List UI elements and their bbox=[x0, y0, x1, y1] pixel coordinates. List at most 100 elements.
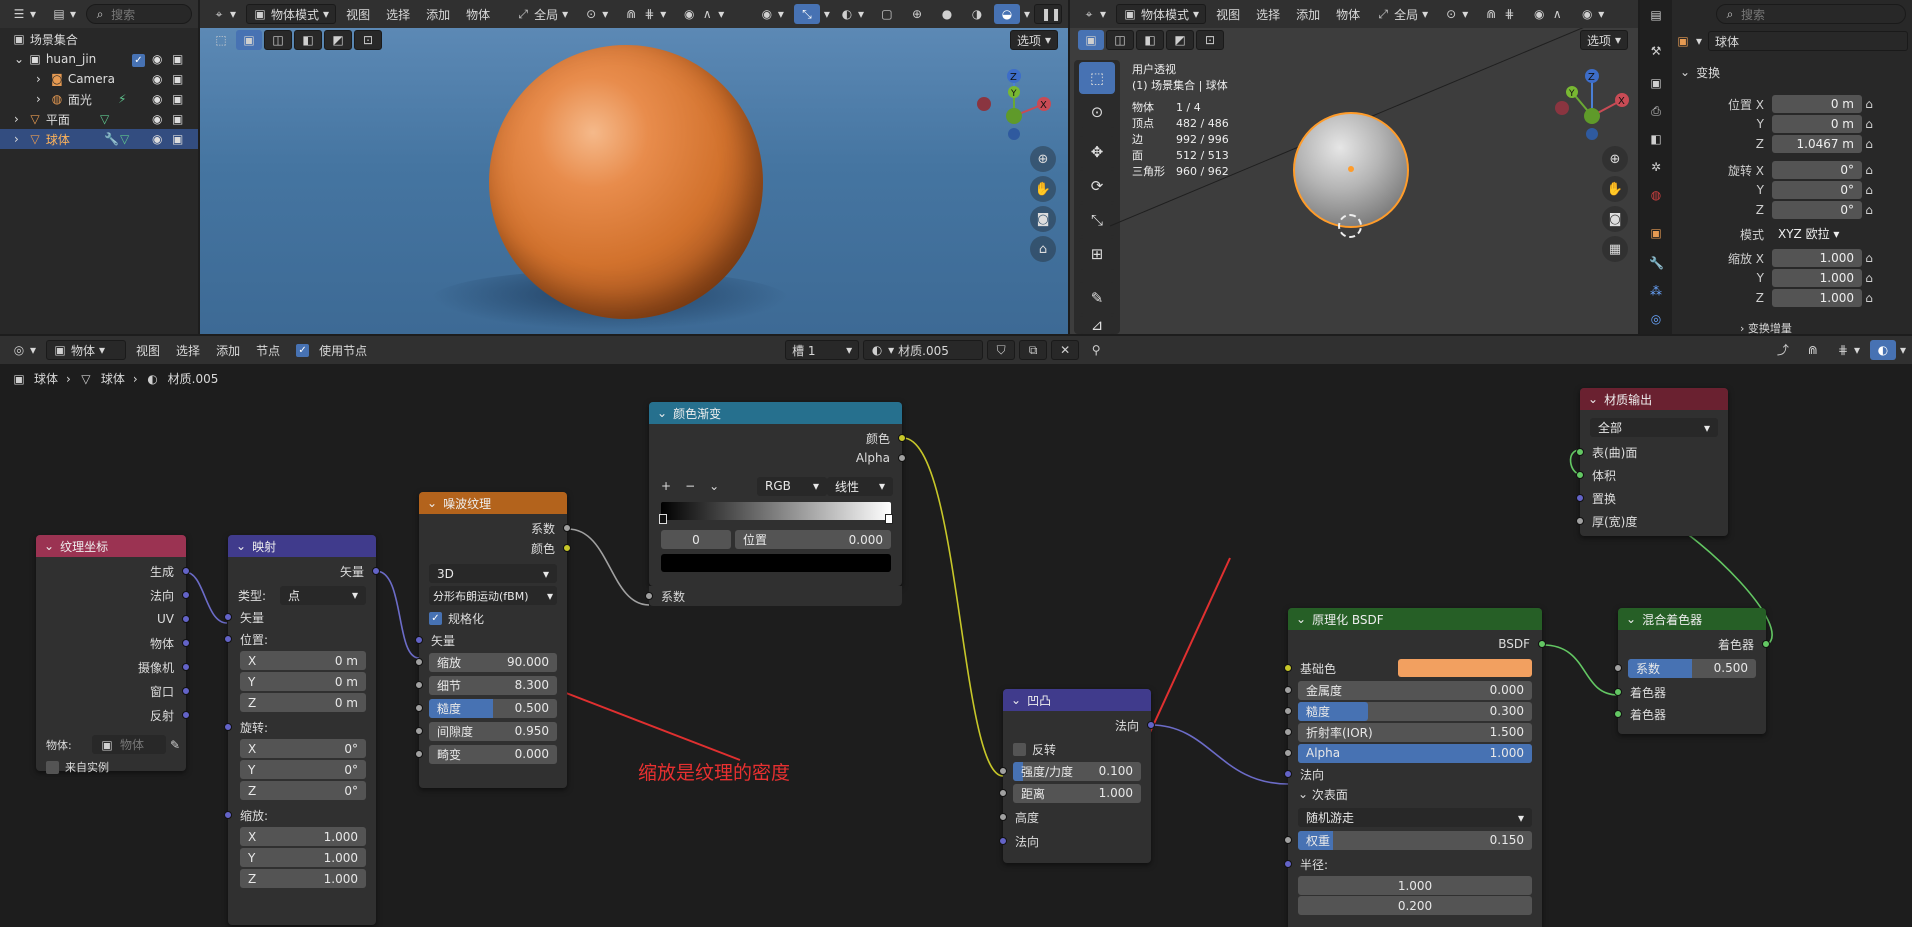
node-header[interactable]: ⌄ 纹理坐标 bbox=[36, 535, 186, 557]
editor-type-button[interactable]: ⌖ ▾ bbox=[1076, 4, 1112, 24]
mapping-scale-z-field[interactable]: Z 1.000 bbox=[240, 869, 366, 888]
input-socket[interactable] bbox=[1576, 494, 1584, 502]
add-stop-icon[interactable]: + bbox=[661, 479, 671, 493]
select-new-button[interactable]: ▣ bbox=[236, 30, 262, 50]
color-output-socket[interactable] bbox=[563, 544, 571, 552]
lock-icon[interactable]: ⌂ bbox=[1862, 97, 1876, 111]
alpha-output-socket[interactable] bbox=[898, 454, 906, 462]
noise-field[interactable]: 畸变 0.000 bbox=[429, 744, 557, 764]
pause-render-button[interactable]: ❚❚ bbox=[1034, 4, 1062, 24]
normal-input-socket[interactable] bbox=[999, 837, 1007, 845]
overlay-toggle[interactable]: ◐ ▾ bbox=[834, 4, 870, 24]
eye-icon[interactable]: ◉ bbox=[152, 112, 162, 126]
vector-output-socket[interactable] bbox=[182, 567, 190, 575]
remove-stop-icon[interactable]: − bbox=[685, 479, 695, 493]
node-texture-coordinate[interactable]: ⌄ 纹理坐标 生成 法向 UV 物体 摄像机 窗口 反射 物体: ▣ 物体 ✎ 来自实例 bbox=[36, 535, 190, 774]
location-y-field[interactable]: 0 m bbox=[1772, 115, 1862, 133]
eye-icon[interactable]: ◉ bbox=[152, 132, 162, 146]
outliner-search-input[interactable]: ⌕ 搜索 bbox=[86, 4, 192, 24]
lock-icon[interactable]: ⌂ bbox=[1862, 117, 1876, 131]
axis-gizmo[interactable]: X Z Y bbox=[970, 62, 1060, 142]
subsurface-method-select[interactable]: 随机游走 ▾ bbox=[1298, 808, 1532, 827]
node-header[interactable]: ⌄ 映射 bbox=[228, 535, 376, 557]
lock-icon[interactable]: ⌂ bbox=[1862, 203, 1876, 217]
rotation-y-field[interactable]: 0° bbox=[1772, 181, 1862, 199]
invert-row[interactable]: 反转 bbox=[1003, 739, 1151, 759]
scale-x-field[interactable]: 1.000 bbox=[1772, 249, 1862, 267]
delta-transform-header[interactable]: › 变换增量 bbox=[1740, 320, 1792, 334]
transform-orientation-select[interactable]: ⤢ 全局 ▾ bbox=[510, 4, 574, 24]
rotation-z-field[interactable]: 0° bbox=[1772, 201, 1862, 219]
gizmo-toggle[interactable]: ⤡ bbox=[793, 4, 820, 24]
vector-output-socket[interactable] bbox=[182, 591, 190, 599]
transform-orientation-select[interactable]: ⤢ 全局 ▾ bbox=[1370, 4, 1434, 24]
ortho-grid-icon[interactable]: ▦ bbox=[1602, 236, 1628, 262]
editor-type-button[interactable]: ⌖ ▾ bbox=[206, 4, 242, 24]
scene-collection-row[interactable]: ▣ 场景集合 bbox=[0, 29, 198, 49]
outliner-item-plane[interactable]: › ▽ 平面 ▽ ◉ ▣ bbox=[0, 109, 198, 129]
float-input-socket[interactable] bbox=[415, 727, 423, 735]
properties-search-input[interactable]: ⌕ 搜索 bbox=[1716, 4, 1906, 24]
input-socket[interactable] bbox=[1576, 471, 1584, 479]
input-socket[interactable] bbox=[1576, 448, 1584, 456]
mapping-rotation-x-field[interactable]: X 0° bbox=[240, 739, 366, 758]
node-header[interactable]: ⌄ 材质输出 bbox=[1580, 388, 1728, 410]
normal-output-socket[interactable] bbox=[1147, 721, 1155, 729]
editor-type-icon[interactable]: ▤ bbox=[1649, 8, 1663, 22]
float-input-socket[interactable] bbox=[1284, 707, 1292, 715]
node-noise-texture[interactable]: ⌄ 噪波纹理 系数 颜色 3D ▾ 分形布朗运动(fBM) ▾ ✓ 规格化 矢量 缩放 9… bbox=[415, 492, 571, 788]
menu-view[interactable]: 视图 bbox=[1210, 4, 1246, 24]
lock-icon[interactable]: ⌂ bbox=[1030, 236, 1056, 262]
camera-view-icon[interactable]: ◙ bbox=[1030, 206, 1056, 232]
view-layer-icon[interactable]: ◧ bbox=[1649, 132, 1663, 146]
camera-render-icon[interactable]: ▣ bbox=[172, 132, 183, 146]
shading-material[interactable]: ◑ bbox=[964, 4, 990, 24]
vector-output-socket[interactable] bbox=[182, 663, 190, 671]
orange-sphere-render[interactable] bbox=[489, 45, 763, 319]
object-picker-field[interactable]: ▣ 物体 bbox=[92, 735, 166, 754]
pan-hand-icon[interactable]: ✋ bbox=[1030, 176, 1056, 202]
scale-y-field[interactable]: 1.000 bbox=[1772, 269, 1862, 287]
camera-view-icon[interactable]: ◙ bbox=[1602, 206, 1628, 232]
mapping-scale-x-field[interactable]: X 1.000 bbox=[240, 827, 366, 846]
shading-solid[interactable]: ● bbox=[934, 4, 960, 24]
camera-render-icon[interactable]: ▣ bbox=[172, 72, 183, 86]
node-header[interactable]: ⌄ 噪波纹理 bbox=[419, 492, 567, 514]
fac-output-socket[interactable] bbox=[563, 524, 571, 532]
mapping-rotation-y-field[interactable]: Y 0° bbox=[240, 760, 366, 779]
zoom-icon[interactable]: ⊕ bbox=[1030, 146, 1056, 172]
exclude-checkbox[interactable]: ✓ bbox=[132, 52, 151, 67]
distance-socket[interactable] bbox=[999, 789, 1007, 797]
base-color-socket[interactable] bbox=[1284, 664, 1292, 672]
bsdf-field[interactable]: 折射率(IOR) 1.500 bbox=[1298, 722, 1532, 742]
lock-icon[interactable]: ⌂ bbox=[1862, 271, 1876, 285]
object-properties-icon[interactable]: ▣ bbox=[1649, 226, 1663, 240]
location-z-field[interactable]: 1.0467 m bbox=[1772, 135, 1862, 153]
proportional-edit-toggle[interactable]: ◉ ∧ bbox=[1526, 4, 1570, 24]
gradient-bar[interactable] bbox=[661, 502, 891, 520]
bsdf-field[interactable]: 金属度 0.000 bbox=[1298, 680, 1532, 700]
proportional-edit-toggle[interactable]: ◉ ∧ ▾ bbox=[676, 4, 730, 24]
camera-render-icon[interactable]: ▣ bbox=[172, 112, 183, 126]
node-header[interactable]: ⌄ 原理化 BSDF bbox=[1288, 608, 1542, 630]
height-socket[interactable] bbox=[999, 813, 1007, 821]
interpolation-select[interactable]: 线性 ▾ bbox=[827, 476, 893, 496]
shading-wireframe[interactable]: ⊕ bbox=[904, 4, 930, 24]
select-invert-button[interactable]: ◩ bbox=[324, 30, 352, 50]
rotation-mode-select[interactable]: XYZ 欧拉 ▾ bbox=[1772, 225, 1862, 243]
noise-field[interactable]: 缩放 90.000 bbox=[429, 652, 557, 672]
bsdf-output-socket[interactable] bbox=[1538, 640, 1546, 648]
lock-icon[interactable]: ⌂ bbox=[1862, 251, 1876, 265]
float-input-socket[interactable] bbox=[415, 704, 423, 712]
visibility-select[interactable]: ◉ ▾ bbox=[1574, 4, 1610, 24]
scene-icon[interactable]: ✲ bbox=[1649, 160, 1663, 174]
mapping-rotation-z-field[interactable]: Z 0° bbox=[240, 781, 366, 800]
node-mix-shader[interactable]: ⌄ 混合着色器 着色器 系数 0.500 着色器 着色器 bbox=[1614, 608, 1770, 734]
vector-output-socket[interactable] bbox=[182, 639, 190, 647]
fac-field[interactable]: 系数 0.500 bbox=[1628, 658, 1756, 678]
eye-icon[interactable]: ◉ bbox=[152, 52, 162, 66]
color-stop-black[interactable] bbox=[659, 514, 667, 524]
vector-input-socket[interactable] bbox=[224, 613, 232, 621]
input-socket[interactable] bbox=[1576, 517, 1584, 525]
float-input-socket[interactable] bbox=[415, 681, 423, 689]
